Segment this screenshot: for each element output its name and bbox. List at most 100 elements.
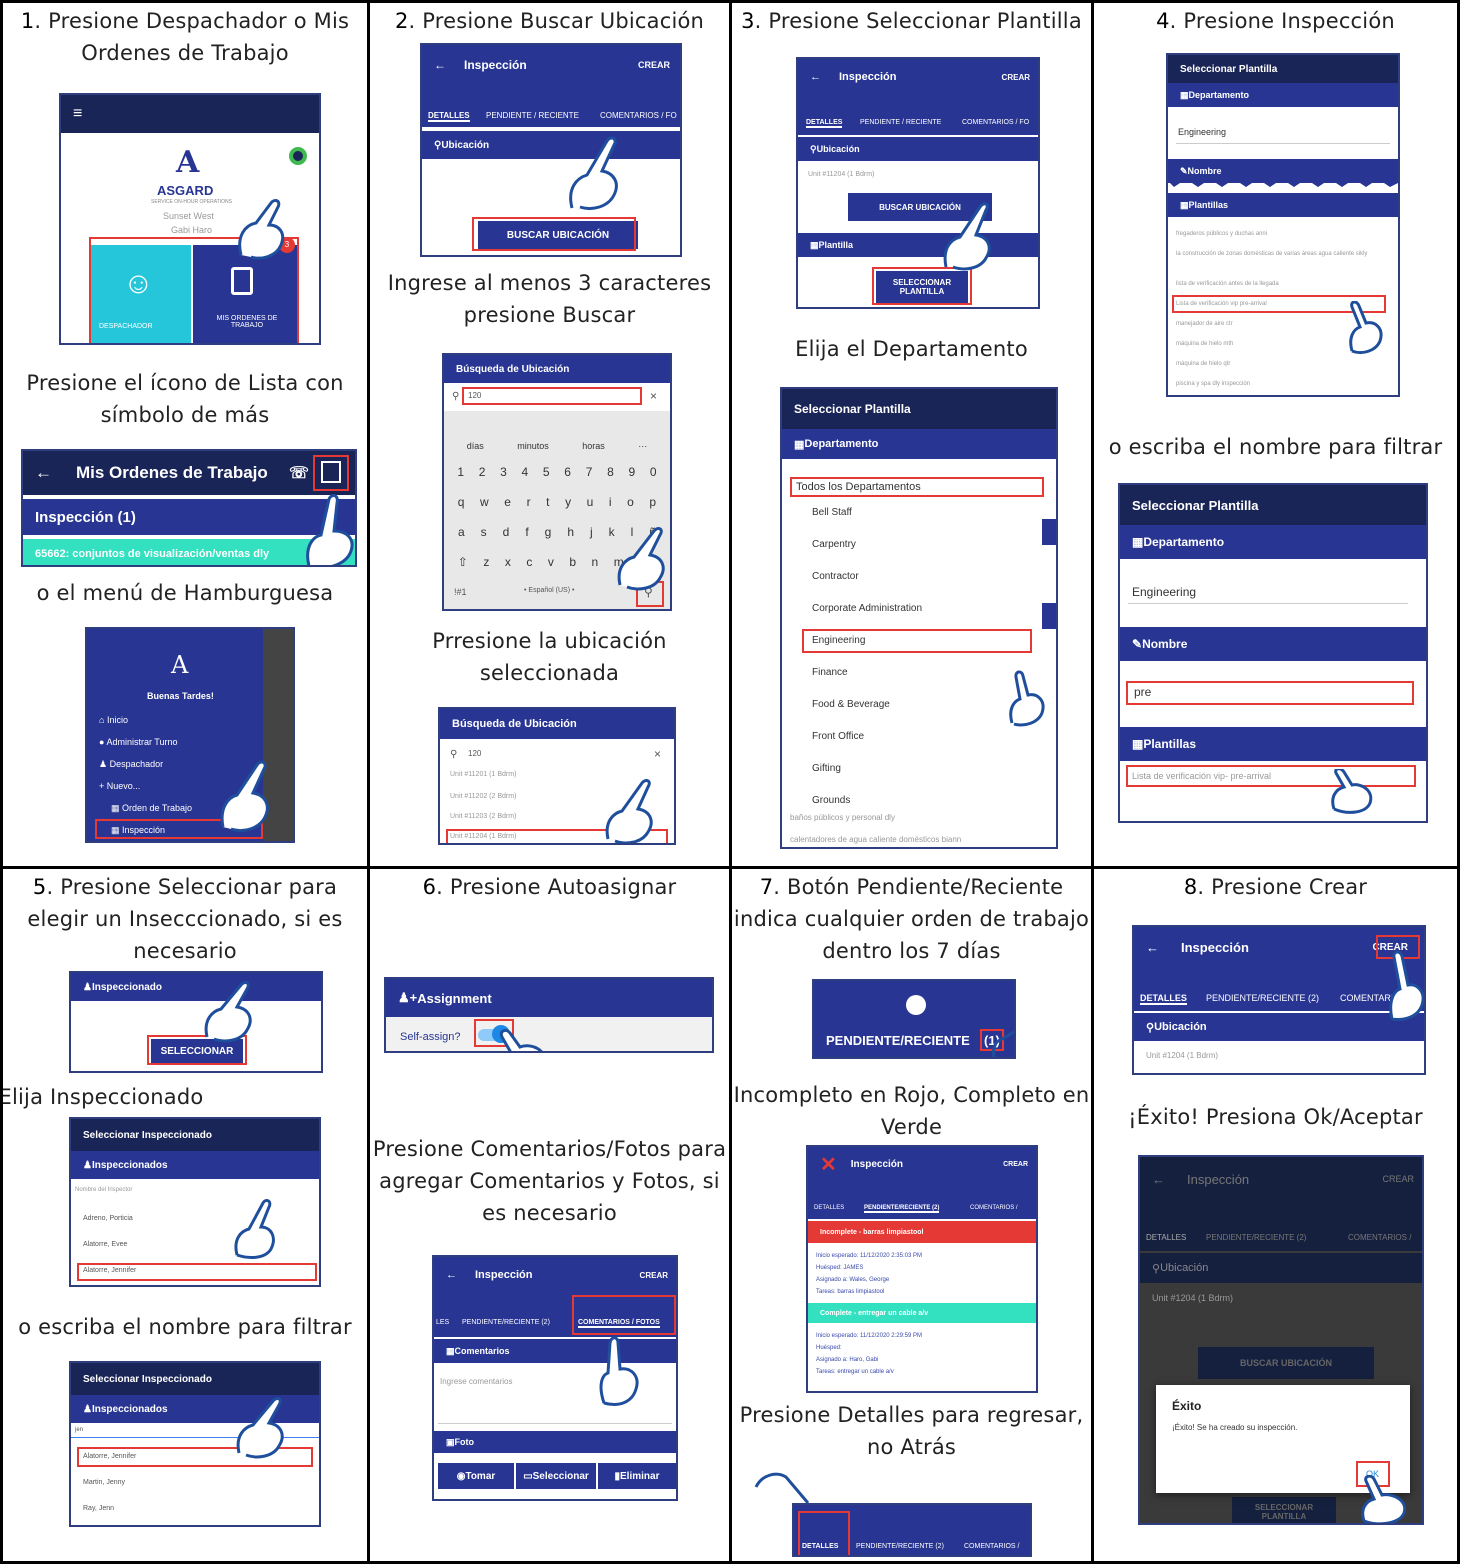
menu-item-nuevo[interactable]: + Nuevo... bbox=[99, 781, 140, 791]
symbols-key[interactable]: !#1 bbox=[454, 587, 467, 597]
tab-comentarios[interactable]: COMENTARIOS / bbox=[970, 1205, 1018, 1211]
tab-bar: DETALLES PENDIENTE/RECIENTE (2) COMENTAR… bbox=[1134, 967, 1424, 1011]
key-row[interactable]: ⇧ z x c v b n m ⌫ bbox=[450, 555, 664, 569]
inspectee-item[interactable]: Martin, Jenny bbox=[83, 1479, 125, 1486]
dept-option[interactable]: Corporate Administration bbox=[812, 603, 922, 614]
filter-input[interactable]: jen bbox=[75, 1427, 83, 1433]
tab-detalles[interactable]: DETALLES bbox=[806, 119, 843, 128]
status-icon[interactable] bbox=[289, 147, 307, 165]
menu-item-orden[interactable]: ▦ Orden de Trabajo bbox=[111, 803, 192, 814]
result-item[interactable]: Unit #11202 (2 Bdrm) bbox=[450, 793, 516, 800]
search-input[interactable]: 120 bbox=[468, 749, 481, 758]
inspectee-item[interactable]: Ray, Jenn bbox=[83, 1505, 114, 1512]
tab-pendiente[interactable]: PENDIENTE/RECIENTE (2) bbox=[1206, 993, 1319, 1003]
incomplete-header[interactable]: Incomplete - barras limpiastool bbox=[808, 1221, 1036, 1243]
step-8-caption: 8. Presione Crear bbox=[1183, 875, 1368, 899]
delete-photo-button[interactable]: ▮ Eliminar bbox=[598, 1463, 676, 1489]
highlight-box bbox=[446, 829, 668, 843]
highlight-box bbox=[790, 477, 1044, 497]
key-row[interactable]: qwertyuiop bbox=[450, 495, 664, 509]
tab-pendiente[interactable]: PENDIENTE/RECIENTE (2) bbox=[856, 1543, 944, 1550]
tab-detalles[interactable]: DETALLES bbox=[814, 1205, 844, 1211]
select-photo-button[interactable]: ▭ Seleccionar bbox=[516, 1463, 596, 1489]
key-row[interactable]: asdfghjklñ bbox=[450, 525, 664, 539]
filter-input[interactable]: Nombre del Inspector bbox=[75, 1187, 132, 1193]
dept-option[interactable]: Finance bbox=[812, 667, 848, 678]
menu-item-inicio[interactable]: ⌂ Inicio bbox=[99, 715, 128, 725]
detail-line: Tareas: barras limpiastool bbox=[816, 1289, 885, 1295]
menu-item-turno[interactable]: ● Administrar Turno bbox=[99, 737, 177, 747]
back-arrow-icon[interactable]: ← bbox=[35, 463, 52, 483]
dept-value[interactable]: Engineering bbox=[1178, 127, 1226, 137]
hand-pointer-icon bbox=[234, 1198, 275, 1259]
wo-row[interactable]: 65662: conjuntos de visualización/ventas… bbox=[23, 539, 355, 565]
result-item[interactable]: Unit #11201 (1 Bdrm) bbox=[450, 771, 516, 778]
dept-value[interactable]: Engineering bbox=[1132, 585, 1196, 599]
template-item[interactable]: máquina de hielo mth bbox=[1176, 341, 1233, 347]
create-button[interactable]: CREAR bbox=[638, 60, 670, 70]
dept-section-edge bbox=[1042, 603, 1056, 629]
create-button[interactable]: CREAR bbox=[1002, 73, 1030, 82]
search-key-icon[interactable]: ⚲ bbox=[644, 585, 653, 599]
template-item[interactable]: máquina de hielo qtr bbox=[1176, 361, 1230, 367]
tab-pendiente[interactable]: PENDIENTE / RECIENTE bbox=[860, 119, 941, 126]
tab-comentarios: COMENTARIOS / bbox=[1348, 1233, 1412, 1242]
close-icon[interactable]: × bbox=[654, 747, 661, 761]
wo-section: Inspección (1) bbox=[23, 499, 355, 535]
dept-option[interactable]: Food & Beverage bbox=[812, 699, 890, 710]
template-item[interactable]: baños públicos y personal dly bbox=[790, 813, 895, 822]
back-arrow-icon[interactable]: ← bbox=[434, 58, 446, 72]
close-icon[interactable]: × bbox=[650, 389, 657, 403]
dept-option[interactable]: Carpentry bbox=[812, 539, 856, 550]
comments-input[interactable]: Ingrese comentarios bbox=[440, 1377, 512, 1386]
tab-pendiente[interactable]: PENDIENTE/RECIENTE (2) bbox=[462, 1319, 550, 1326]
tab-detalles[interactable]: DETALLES bbox=[1140, 993, 1187, 1005]
highlight-box bbox=[802, 629, 1032, 653]
space-key[interactable]: • Español (US) • bbox=[524, 587, 574, 594]
template-item[interactable]: fregaderos públicos y duchas anni bbox=[1176, 231, 1267, 237]
dept-section: ▦ Departamento bbox=[1120, 525, 1426, 559]
template-filter: Seleccionar Plantilla ▦ Departamento Eng… bbox=[1118, 483, 1428, 823]
inspectee-item[interactable]: Alatorre, Evee bbox=[83, 1241, 127, 1248]
result-item[interactable]: Unit #11203 (2 Bdrm) bbox=[450, 813, 516, 820]
back-arrow-icon[interactable]: ← bbox=[810, 71, 821, 83]
template-item[interactable]: calentadores de agua caliente domésticos… bbox=[790, 835, 961, 844]
dept-option[interactable]: Front Office bbox=[812, 731, 864, 742]
tab-detalles[interactable]: DETALLES bbox=[428, 111, 470, 122]
bottom-tab-bar: DETALLES PENDIENTE/RECIENTE (2) COMENTAR… bbox=[792, 1503, 1032, 1557]
inspectee-filter: Seleccionar Inspeccionado ♟ Inspeccionad… bbox=[69, 1361, 321, 1527]
tab-comentarios[interactable]: COMENTARIOS / FO bbox=[600, 111, 677, 120]
pending-tab[interactable]: PENDIENTE/RECIENTE (1) bbox=[812, 979, 1016, 1059]
create-button[interactable]: CREAR bbox=[640, 1271, 668, 1280]
work-orders-screen: ← Mis Ordenes de Trabajo ☏ Inspección (1)… bbox=[21, 449, 357, 567]
back-arrow-icon[interactable]: ← bbox=[446, 1269, 457, 1281]
close-icon[interactable]: ✕ bbox=[820, 1152, 837, 1177]
dept-option[interactable]: Gifting bbox=[812, 763, 841, 774]
key-row[interactable]: 1234567890 bbox=[450, 465, 664, 479]
results-topbar: Búsqueda de Ubicación bbox=[440, 709, 674, 739]
dept-option[interactable]: Contractor bbox=[812, 571, 859, 582]
step-3-caption: 3. Presione Seleccionar Plantilla bbox=[741, 9, 1082, 33]
tab-detalles[interactable]: LES bbox=[436, 1319, 449, 1326]
tab-comentarios[interactable]: COMENTARIOS / FO bbox=[962, 119, 1029, 126]
tab-comentarios[interactable]: COMENTARIOS / bbox=[964, 1543, 1019, 1550]
tab-pendiente[interactable]: PENDIENTE/RECIENTE (2) bbox=[864, 1205, 940, 1213]
create-button[interactable]: CREAR bbox=[1003, 1161, 1028, 1168]
inspectee-item[interactable]: Adreno, Porticia bbox=[83, 1215, 133, 1222]
tab-pendiente[interactable]: PENDIENTE / RECIENTE bbox=[486, 111, 579, 120]
dept-topbar: Seleccionar Plantilla bbox=[782, 389, 1056, 429]
template-item[interactable]: manejador de aire ctr bbox=[1176, 321, 1233, 327]
buscar-ubicacion-button[interactable]: BUSCAR UBICACIÓN bbox=[848, 193, 992, 221]
phone-icon[interactable]: ☏ bbox=[289, 463, 309, 483]
template-item[interactable]: piscina y spa dly inspección bbox=[1176, 381, 1250, 387]
dept-option[interactable]: Bell Staff bbox=[812, 507, 852, 518]
complete-header[interactable]: Complete - entregar un cable a/v bbox=[808, 1303, 1036, 1323]
menu-item-despachador[interactable]: ♟ Despachador bbox=[99, 759, 163, 770]
back-arrow-icon[interactable]: ← bbox=[1146, 940, 1159, 955]
tab-comentarios[interactable]: COMENTARIOS / bbox=[1340, 993, 1411, 1003]
template-item[interactable]: lista de verificación antes de la llegad… bbox=[1176, 281, 1279, 287]
hamburger-icon[interactable]: ≡ bbox=[73, 105, 82, 123]
template-item[interactable]: la construcción de zonas domésticas de v… bbox=[1176, 251, 1391, 257]
take-photo-button[interactable]: ◉ Tomar bbox=[438, 1463, 514, 1489]
dept-option[interactable]: Grounds bbox=[812, 795, 850, 806]
